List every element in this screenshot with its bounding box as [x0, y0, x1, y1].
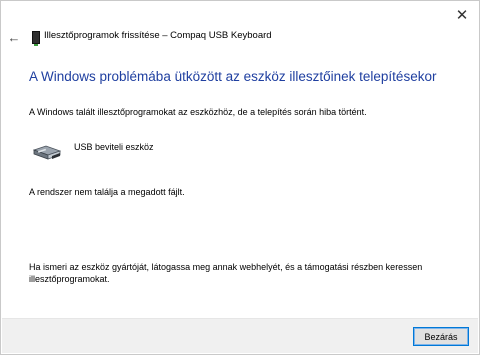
window-title: Illesztőprogramok frissítése – Compaq US…: [44, 30, 272, 41]
help-text-line-1: Ha ismeri az eszköz gyártóját, látogassa…: [29, 262, 423, 272]
usb-device-icon: [32, 145, 62, 160]
intro-text: A Windows talált illesztőprogramokat az …: [29, 107, 367, 117]
device-name: USB beviteli eszköz: [74, 142, 154, 152]
close-button[interactable]: Bezárás: [413, 327, 469, 346]
driver-update-dialog: ✕ ← Illesztőprogramok frissítése – Compa…: [0, 0, 480, 355]
close-icon[interactable]: ✕: [451, 5, 473, 25]
page-heading: A Windows problémába ütközött az eszköz …: [29, 69, 437, 84]
error-message: A rendszer nem találja a megadott fájlt.: [29, 187, 185, 197]
dialog-footer: Bezárás: [2, 318, 478, 353]
back-arrow-icon[interactable]: ←: [5, 29, 23, 45]
device-icon: [32, 31, 40, 46]
help-text-line-2: illesztőprogramokat.: [29, 274, 110, 284]
